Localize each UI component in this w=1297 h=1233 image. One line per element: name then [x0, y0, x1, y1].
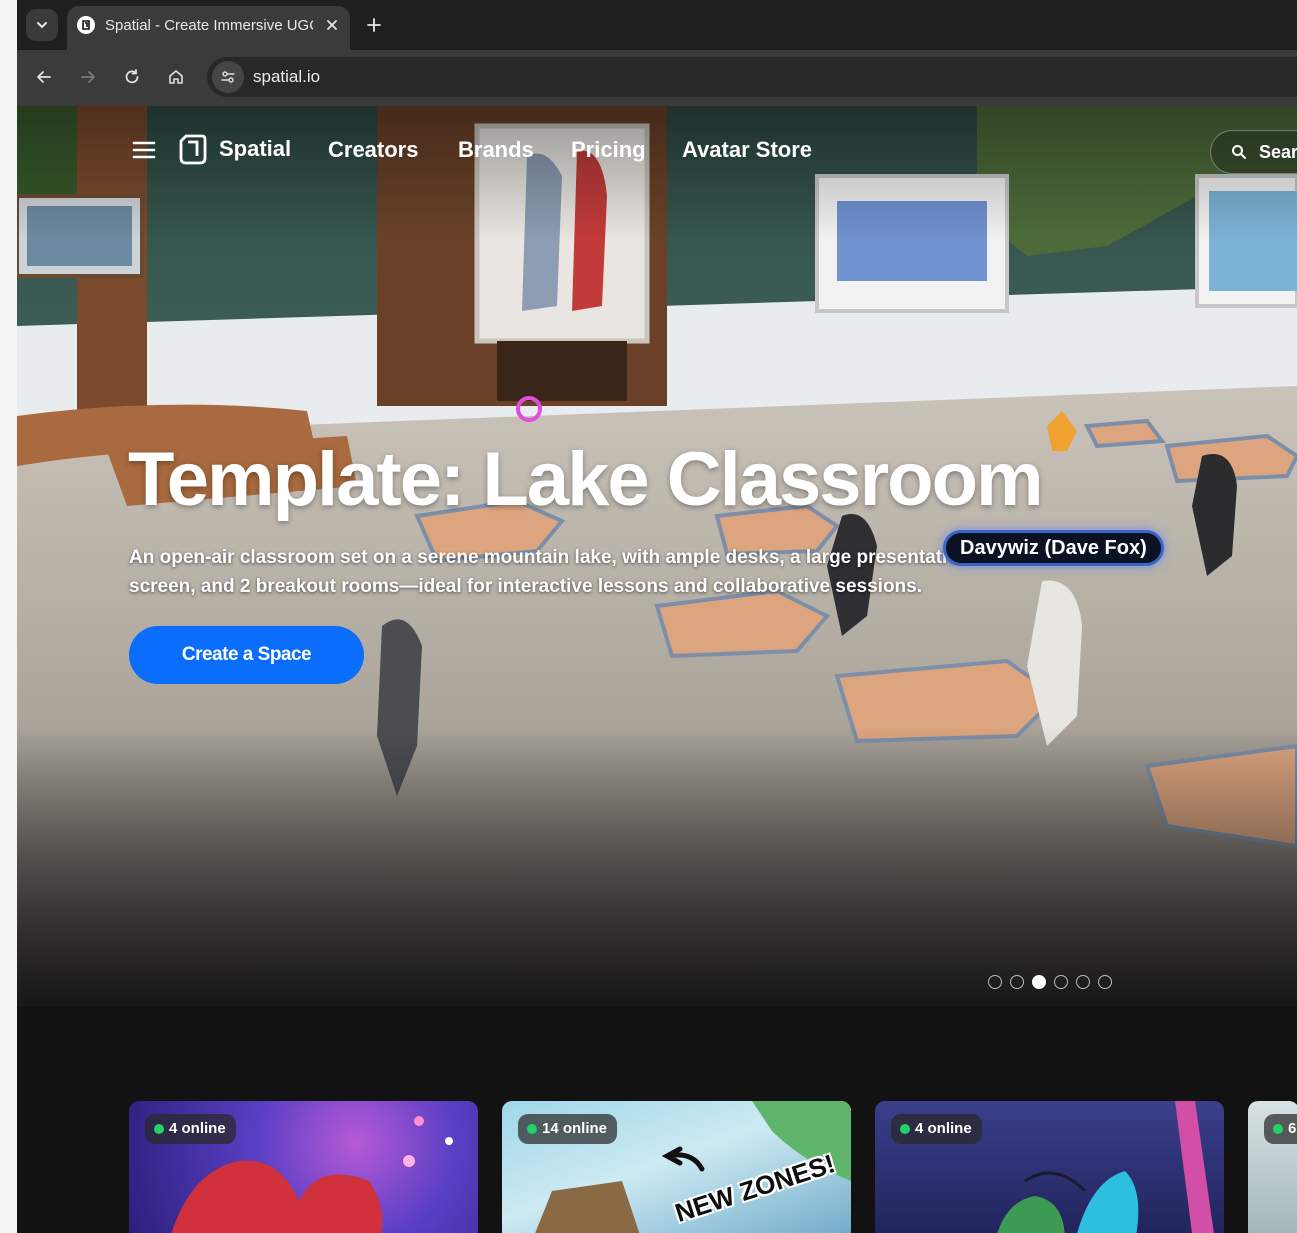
online-count-badge: 4 online	[891, 1114, 982, 1144]
carousel-dot[interactable]	[988, 975, 1002, 989]
tab-bar: Spatial - Create Immersive UGC	[17, 0, 1297, 50]
nav-link-pricing[interactable]: Pricing	[571, 137, 646, 163]
new-tab-button[interactable]	[361, 12, 387, 38]
carousel-dot[interactable]	[1054, 975, 1068, 989]
forward-button[interactable]	[73, 62, 103, 92]
tab-search-button[interactable]	[26, 9, 58, 41]
arrow-right-icon	[81, 71, 95, 83]
home-button[interactable]	[161, 62, 191, 92]
space-cards-row: 4 online NEW ZONES! 14 online 4 online 6	[129, 1101, 1297, 1233]
carousel-dot-active[interactable]	[1032, 975, 1046, 989]
tune-icon	[221, 71, 235, 83]
search-icon	[1232, 145, 1246, 159]
create-space-button[interactable]: Create a Space	[129, 626, 364, 684]
hero-section: Spatial Creators Brands Pricing Avatar S…	[17, 106, 1297, 1233]
avatar-name-tag: Davywiz (Dave Fox)	[943, 530, 1164, 566]
browser-chrome: Spatial - Create Immersive UGC spatial.i…	[17, 0, 1297, 106]
hero-description: An open-air classroom set on a serene mo…	[129, 547, 971, 597]
site-navbar: Spatial Creators Brands Pricing Avatar S…	[17, 106, 1297, 196]
hamburger-menu-icon	[132, 141, 156, 159]
space-card[interactable]: 4 online	[129, 1101, 478, 1233]
nav-link-brands[interactable]: Brands	[458, 137, 534, 163]
close-icon	[327, 20, 337, 30]
carousel-pagination	[988, 975, 1112, 989]
search-field[interactable]: Sear	[1210, 130, 1297, 174]
online-count-badge: 4 online	[145, 1114, 236, 1144]
online-count-badge: 6	[1264, 1114, 1297, 1144]
tab-title: Spatial - Create Immersive UGC	[105, 17, 313, 34]
left-edge-strip	[0, 0, 17, 1233]
address-bar[interactable]: spatial.io	[207, 57, 1297, 97]
space-card[interactable]: 6	[1248, 1101, 1297, 1233]
space-card[interactable]: 4 online	[875, 1101, 1224, 1233]
browser-tab-active[interactable]: Spatial - Create Immersive UGC	[67, 6, 350, 50]
tab-close-button[interactable]	[321, 14, 343, 36]
spatial-favicon-icon	[77, 16, 95, 34]
browser-toolbar: spatial.io	[17, 50, 1297, 106]
plus-icon	[367, 18, 381, 32]
reload-button[interactable]	[117, 62, 147, 92]
search-placeholder: Sear	[1259, 142, 1297, 162]
home-icon	[169, 70, 183, 84]
back-button[interactable]	[29, 62, 59, 92]
brand-name: Spatial	[219, 136, 292, 161]
nav-link-avatar-store[interactable]: Avatar Store	[682, 137, 812, 163]
carousel-dot[interactable]	[1010, 975, 1024, 989]
online-count-badge: 14 online	[518, 1114, 618, 1144]
spatial-logo-icon	[179, 134, 207, 165]
chevron-down-icon	[37, 22, 47, 29]
carousel-dot[interactable]	[1076, 975, 1090, 989]
space-card[interactable]: NEW ZONES! 14 online	[502, 1101, 851, 1233]
brand-logo-link[interactable]: Spatial	[177, 132, 291, 166]
carousel-dot[interactable]	[1098, 975, 1112, 989]
menu-button[interactable]	[130, 136, 158, 164]
reload-icon	[125, 69, 139, 84]
nav-link-creators[interactable]: Creators	[328, 137, 418, 163]
site-info-button[interactable]	[212, 61, 244, 93]
arrow-left-icon	[37, 71, 51, 83]
hero-title: Template: Lake Classroom	[128, 437, 1044, 522]
url-text: spatial.io	[253, 67, 321, 86]
